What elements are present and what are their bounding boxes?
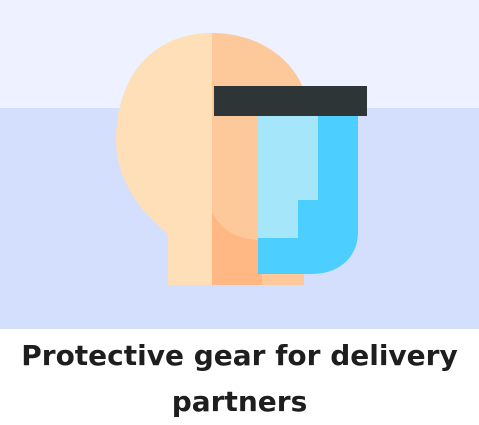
shield-headband [214,86,367,116]
card-title[interactable]: Protective gear for delivery partners [0,333,479,425]
head-left-half [116,33,212,285]
feature-card[interactable]: Protective gear for delivery partners [0,0,479,425]
face-shield-icon [116,33,367,285]
card-illustration [0,0,479,329]
